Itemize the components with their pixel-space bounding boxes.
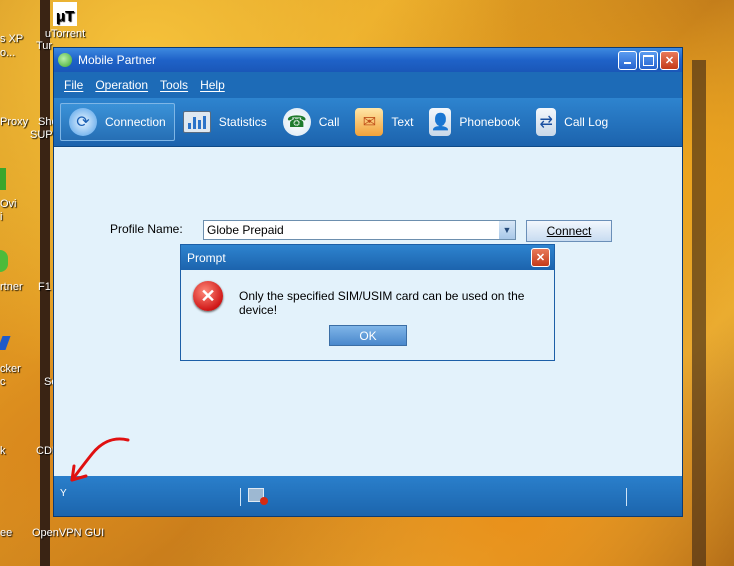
minimize-button[interactable] bbox=[618, 50, 637, 70]
desktop-label[interactable]: cker bbox=[0, 363, 21, 375]
menu-file[interactable]: File bbox=[64, 78, 83, 92]
tab-connection[interactable]: ⟳ Connection bbox=[60, 103, 175, 141]
minimize-icon bbox=[624, 62, 631, 64]
tab-label: Connection bbox=[105, 115, 166, 129]
prompt-dialog: Prompt ✕ ✕ Only the specified SIM/USIM c… bbox=[180, 244, 555, 361]
desktop-icon-utorrent[interactable]: μT uTorrent Tur bbox=[28, 2, 102, 52]
desktop-label[interactable]: s XP bbox=[0, 33, 23, 45]
monitor-icon bbox=[182, 111, 211, 133]
desktop-label[interactable]: Ovi bbox=[0, 198, 17, 210]
prompt-message: Only the specified SIM/USIM card can be … bbox=[239, 289, 525, 317]
tab-label: Text bbox=[391, 115, 414, 129]
utorrent-icon: μT bbox=[53, 2, 77, 26]
tab-call-log[interactable]: ⇄ Call Log bbox=[528, 103, 616, 141]
tab-label: Call bbox=[318, 115, 340, 129]
tab-label: Call Log bbox=[564, 115, 609, 129]
app-logo-icon bbox=[58, 53, 72, 67]
signal-icon: Y bbox=[60, 488, 67, 499]
tab-label: Statistics bbox=[218, 115, 267, 129]
close-icon: ✕ bbox=[535, 252, 546, 264]
profile-name-value: Globe Prepaid bbox=[207, 223, 284, 237]
window-titlebar[interactable]: Mobile Partner ✕ bbox=[54, 48, 682, 72]
close-icon: ✕ bbox=[664, 54, 675, 67]
phone-icon: ☎ bbox=[282, 108, 311, 136]
refresh-icon: ⟳ bbox=[69, 108, 97, 136]
tree-trunk bbox=[692, 60, 706, 566]
tab-text[interactable]: ✉ Text bbox=[347, 103, 421, 141]
desktop-label[interactable]: o... bbox=[0, 47, 15, 59]
envelope-icon: ✉ bbox=[355, 108, 384, 136]
network-disconnected-icon bbox=[248, 488, 268, 505]
tab-statistics[interactable]: Statistics bbox=[175, 103, 275, 141]
red-arrow-annotation bbox=[70, 437, 130, 482]
desktop-label[interactable]: F1 bbox=[38, 281, 51, 293]
status-bar: Y bbox=[54, 476, 682, 516]
desktop-label[interactable]: c bbox=[0, 376, 6, 388]
connect-button[interactable]: Connect bbox=[526, 220, 612, 242]
menu-help[interactable]: Help bbox=[200, 78, 225, 92]
main-toolbar: ⟳ Connection Statistics ☎ Call ✉ Text 👤 … bbox=[54, 98, 682, 147]
tab-call[interactable]: ☎ Call bbox=[275, 103, 348, 141]
menu-bar: File Operation Tools Help bbox=[54, 72, 682, 98]
prompt-titlebar[interactable]: Prompt ✕ bbox=[181, 245, 554, 270]
maximize-button[interactable] bbox=[639, 50, 658, 70]
desktop-label[interactable]: k bbox=[0, 445, 6, 457]
tracker-icon bbox=[0, 336, 11, 350]
ok-button[interactable]: OK bbox=[329, 325, 407, 346]
desktop-label[interactable]: ee bbox=[0, 527, 12, 539]
call-log-icon: ⇄ bbox=[536, 108, 557, 136]
contact-book-icon: 👤 bbox=[429, 108, 452, 136]
error-icon: ✕ bbox=[193, 281, 223, 311]
profile-name-select[interactable]: Globe Prepaid ▼ bbox=[203, 220, 516, 240]
status-divider bbox=[240, 488, 241, 506]
mobile-partner-icon bbox=[0, 250, 8, 272]
desktop-icon-label: uTorrent bbox=[44, 28, 86, 40]
prompt-close-button[interactable]: ✕ bbox=[531, 248, 550, 267]
close-button[interactable]: ✕ bbox=[660, 50, 679, 70]
ovi-icon bbox=[0, 168, 6, 190]
menu-operation[interactable]: Operation bbox=[95, 78, 148, 92]
status-divider bbox=[626, 488, 627, 506]
chevron-down-icon[interactable]: ▼ bbox=[499, 221, 515, 239]
desktop-label[interactable]: rtner bbox=[0, 281, 23, 293]
profile-name-label: Profile Name: bbox=[110, 222, 183, 236]
window-title: Mobile Partner bbox=[78, 53, 157, 67]
tab-label: Phonebook bbox=[459, 115, 521, 129]
desktop-label[interactable]: i bbox=[0, 211, 2, 223]
maximize-icon bbox=[643, 54, 654, 66]
menu-tools[interactable]: Tools bbox=[160, 78, 188, 92]
tab-phonebook[interactable]: 👤 Phonebook bbox=[421, 103, 528, 141]
desktop-label[interactable]: OpenVPN GUI bbox=[32, 527, 104, 539]
desktop-label[interactable]: Proxy bbox=[0, 116, 28, 128]
prompt-title: Prompt bbox=[187, 250, 226, 265]
